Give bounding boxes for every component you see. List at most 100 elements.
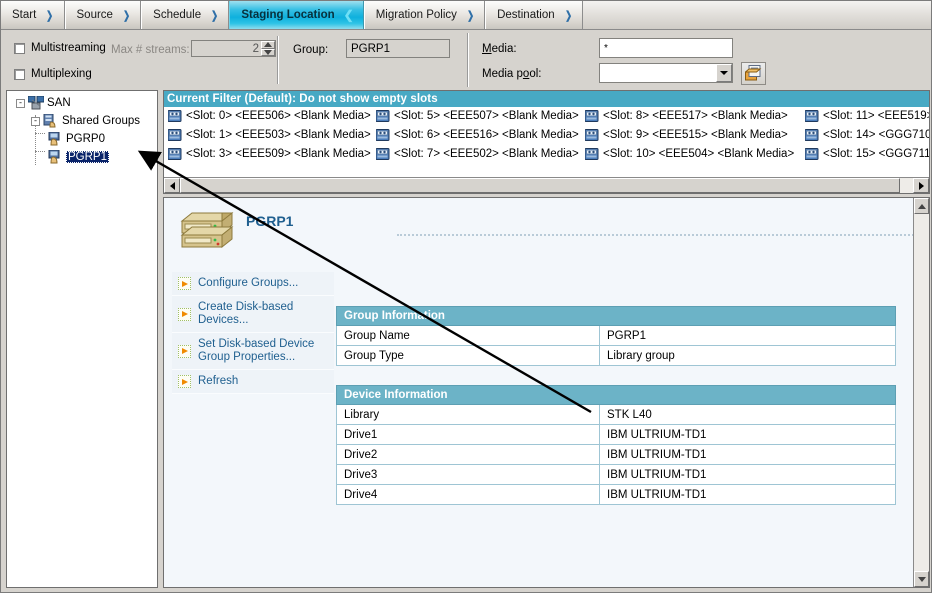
group-label: Group: — [293, 44, 328, 56]
tape-library-icon — [178, 205, 236, 253]
task-label: Set Disk-based Device Group Properties..… — [198, 338, 330, 364]
scrollbar-track[interactable] — [900, 178, 913, 193]
tree-item-label: PGRP0 — [66, 133, 105, 145]
tab-label: Staging Location — [241, 9, 334, 21]
media-label: Media: — [482, 43, 517, 55]
tape-icon — [168, 110, 182, 122]
tab-destination[interactable]: Destination ❯ — [485, 1, 583, 29]
tab-schedule[interactable]: Schedule ❯ — [141, 1, 229, 29]
tab-label: Start — [12, 9, 36, 21]
tape-icon — [168, 129, 182, 141]
slot-item[interactable]: <Slot: 15> <GGG711 — [805, 148, 930, 160]
slot-item[interactable]: <Slot: 3> <EEE509> <Blank Media> — [168, 148, 371, 160]
title-divider — [397, 234, 917, 236]
task-create-disk-based-devices[interactable]: Create Disk-based Devices... — [172, 296, 334, 333]
group-detail-panel: PGRP1 Configure Groups... Create Disk-ba… — [163, 197, 930, 588]
tree-item-san[interactable]: - SAN — [16, 96, 71, 110]
row-key: Drive1 — [337, 425, 600, 445]
scroll-down-button[interactable] — [914, 571, 929, 587]
tree-item-pgrp1[interactable]: PGRP1 — [47, 150, 109, 164]
table-row: Drive1 IBM ULTRIUM-TD1 — [337, 425, 896, 445]
tab-migration-policy[interactable]: Migration Policy ❯ — [364, 1, 485, 29]
tree-connector — [35, 133, 45, 134]
tree-item-shared-groups[interactable]: - Shared Groups — [31, 114, 140, 128]
orange-arrow-icon — [178, 345, 191, 358]
slot-item[interactable]: <Slot: 10> <EEE504> <Blank Media> — [585, 148, 794, 160]
tree-item-label: PGRP1 — [66, 151, 109, 163]
media-slots-panel[interactable]: Current Filter (Default): Do not show em… — [163, 90, 930, 194]
max-streams-label: Max # streams: — [111, 44, 190, 56]
table-row: Drive3 IBM ULTRIUM-TD1 — [337, 465, 896, 485]
chevron-right-icon: ❯ — [467, 9, 474, 22]
chevron-right-icon: ❯ — [46, 9, 53, 22]
media-pool-select[interactable] — [599, 63, 733, 83]
slot-label: <Slot: 3> <EEE509> <Blank Media> — [186, 148, 371, 160]
tape-icon — [805, 110, 819, 122]
detail-vertical-scrollbar[interactable] — [913, 198, 929, 587]
slot-label: <Slot: 7> <EEE502> <Blank Media> — [394, 148, 579, 160]
multiplexing-checkbox[interactable] — [14, 69, 25, 80]
slot-item[interactable]: <Slot: 8> <EEE517> <Blank Media> — [585, 110, 788, 122]
slot-label: <Slot: 8> <EEE517> <Blank Media> — [603, 110, 788, 122]
slot-item[interactable]: <Slot: 9> <EEE515> <Blank Media> — [585, 129, 788, 141]
media-field[interactable]: * — [599, 38, 733, 58]
tape-icon — [585, 110, 599, 122]
table-header-row: Device Information — [337, 386, 896, 405]
stepper-down-icon[interactable] — [261, 49, 275, 57]
multiplexing-label: Multiplexing — [31, 68, 92, 80]
san-tree-panel[interactable]: - SAN - Shared Groups — [6, 90, 158, 588]
media-pool-browse-button[interactable] — [741, 62, 766, 85]
tab-source[interactable]: Source ❯ — [65, 1, 142, 29]
slot-label: <Slot: 10> <EEE504> <Blank Media> — [603, 148, 794, 160]
row-value: Library group — [600, 346, 896, 366]
horizontal-scrollbar[interactable] — [164, 177, 929, 193]
chevron-right-icon: ❯ — [565, 9, 572, 22]
max-streams-stepper[interactable]: 2 — [191, 40, 276, 57]
task-set-disk-based-device-group-properties[interactable]: Set Disk-based Device Group Properties..… — [172, 333, 334, 370]
slot-item[interactable]: <Slot: 7> <EEE502> <Blank Media> — [376, 148, 579, 160]
row-key: Drive3 — [337, 465, 600, 485]
stepper-arrows[interactable] — [261, 41, 275, 56]
tape-icon — [376, 110, 390, 122]
table-row: Drive2 IBM ULTRIUM-TD1 — [337, 445, 896, 465]
tape-icon — [805, 148, 819, 160]
scroll-right-button[interactable] — [913, 178, 929, 193]
task-configure-groups[interactable]: Configure Groups... — [172, 272, 334, 296]
multiplexing-checkbox-row[interactable]: Multiplexing — [14, 68, 92, 80]
group-icon — [47, 132, 63, 146]
slot-label: <Slot: 15> <GGG711 — [823, 148, 930, 160]
device-information-header: Device Information — [337, 386, 896, 405]
expander-icon[interactable]: - — [31, 117, 40, 126]
chevron-right-icon: ❯ — [123, 9, 130, 22]
task-label: Configure Groups... — [198, 277, 298, 290]
slot-item[interactable]: <Slot: 11> <EEE519> — [805, 110, 930, 122]
expander-icon[interactable]: - — [16, 99, 25, 108]
multistreaming-label: Multistreaming — [31, 42, 106, 54]
san-icon — [28, 96, 44, 110]
multistreaming-checkbox[interactable] — [14, 43, 25, 54]
slot-item[interactable]: <Slot: 1> <EEE503> <Blank Media> — [168, 129, 371, 141]
group-field[interactable]: PGRP1 — [346, 39, 450, 58]
multistreaming-checkbox-row[interactable]: Multistreaming — [14, 42, 106, 54]
slot-label: <Slot: 11> <EEE519> — [823, 110, 930, 122]
tab-start[interactable]: Start ❯ — [1, 1, 65, 29]
scroll-up-button[interactable] — [914, 198, 929, 214]
stepper-up-icon[interactable] — [261, 41, 275, 49]
tab-staging-location[interactable]: Staging Location ❮ — [229, 1, 363, 29]
tape-icon — [585, 148, 599, 160]
slot-item[interactable]: <Slot: 14> <GGG710 — [805, 129, 930, 141]
chevron-down-icon[interactable] — [716, 64, 732, 82]
scrollbar-track[interactable] — [914, 214, 929, 571]
divider-1 — [277, 36, 279, 84]
tree-item-pgrp0[interactable]: PGRP0 — [47, 132, 105, 146]
task-refresh[interactable]: Refresh — [172, 370, 334, 394]
slot-label: <Slot: 0> <EEE506> <Blank Media> — [186, 110, 371, 122]
slot-item[interactable]: <Slot: 5> <EEE507> <Blank Media> — [376, 110, 579, 122]
scroll-left-button[interactable] — [164, 178, 180, 193]
task-label: Create Disk-based Devices... — [198, 301, 330, 327]
page-title: PGRP1 — [246, 205, 293, 229]
max-streams-value: 2 — [192, 43, 261, 55]
slot-item[interactable]: <Slot: 6> <EEE516> <Blank Media> — [376, 129, 579, 141]
scrollbar-thumb[interactable] — [180, 178, 900, 193]
slot-item[interactable]: <Slot: 0> <EEE506> <Blank Media> — [168, 110, 371, 122]
